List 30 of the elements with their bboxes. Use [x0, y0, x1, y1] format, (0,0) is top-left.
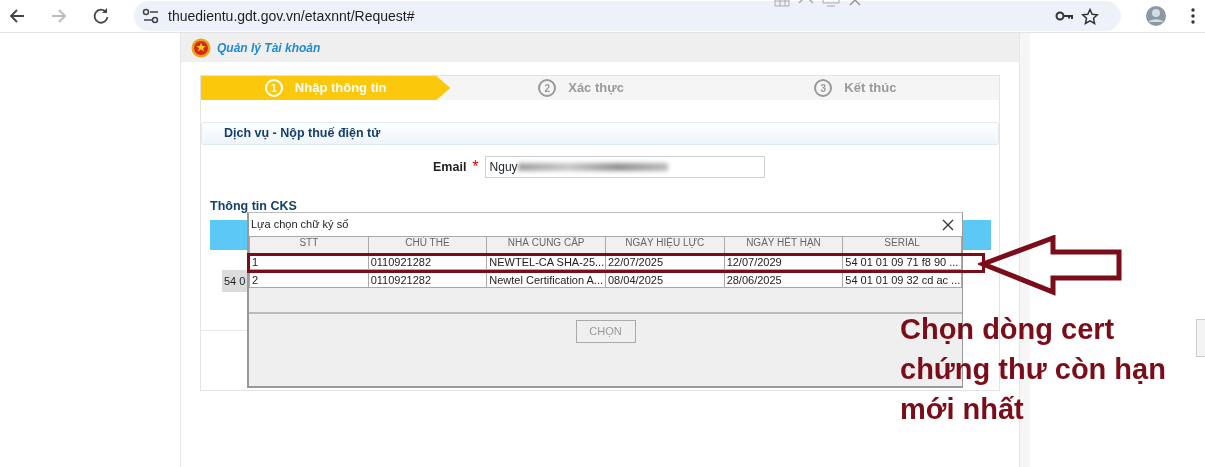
column-header: CHỦ THỂ — [368, 236, 487, 255]
email-label: Email — [433, 158, 467, 176]
step-tab[interactable]: 1 Nhập thông tin — [201, 76, 451, 100]
step-label: Nhập thông tin — [294, 79, 387, 98]
step-label: Xác thực — [568, 79, 624, 98]
annotation-text: Chọn dòng cert chứng thư còn hạn mới nhất — [900, 312, 1167, 427]
url-text[interactable]: thuedientu.gdt.gov.vn/etaxnnt/Request# — [168, 5, 415, 27]
menu-icon[interactable] — [1191, 7, 1195, 25]
step-number: 1 — [264, 79, 283, 97]
column-header: NGÀY HIỆU LỰC — [605, 236, 725, 255]
required-mark: * — [472, 157, 479, 177]
back-icon[interactable] — [8, 7, 26, 25]
avatar-icon[interactable] — [1145, 5, 1167, 27]
email-field[interactable]: Nguy — [484, 156, 765, 178]
step-label: Kết thúc — [844, 79, 897, 98]
header-title[interactable]: Quản lý Tài khoản — [217, 38, 321, 57]
step-number: 2 — [538, 79, 557, 97]
column-header: NGÀY HẾT HẠN — [724, 236, 843, 255]
star-icon[interactable] — [1081, 7, 1099, 25]
close-icon[interactable] — [942, 218, 954, 231]
column-header: NHÀ CUNG CẤP — [486, 236, 606, 255]
column-header: SERIAL — [842, 236, 962, 255]
dialog-title: Lựa chọn chữ ký số — [251, 217, 349, 233]
emblem-icon — [191, 37, 211, 58]
section-title: Dịch vụ - Nộp thuế điện tử — [201, 122, 999, 145]
column-header: STT — [249, 236, 369, 255]
site-settings-icon[interactable] — [142, 8, 160, 24]
reload-icon[interactable] — [92, 7, 110, 25]
cks-title: Thông tin CKS — [210, 198, 298, 215]
step-number: 3 — [814, 79, 833, 97]
